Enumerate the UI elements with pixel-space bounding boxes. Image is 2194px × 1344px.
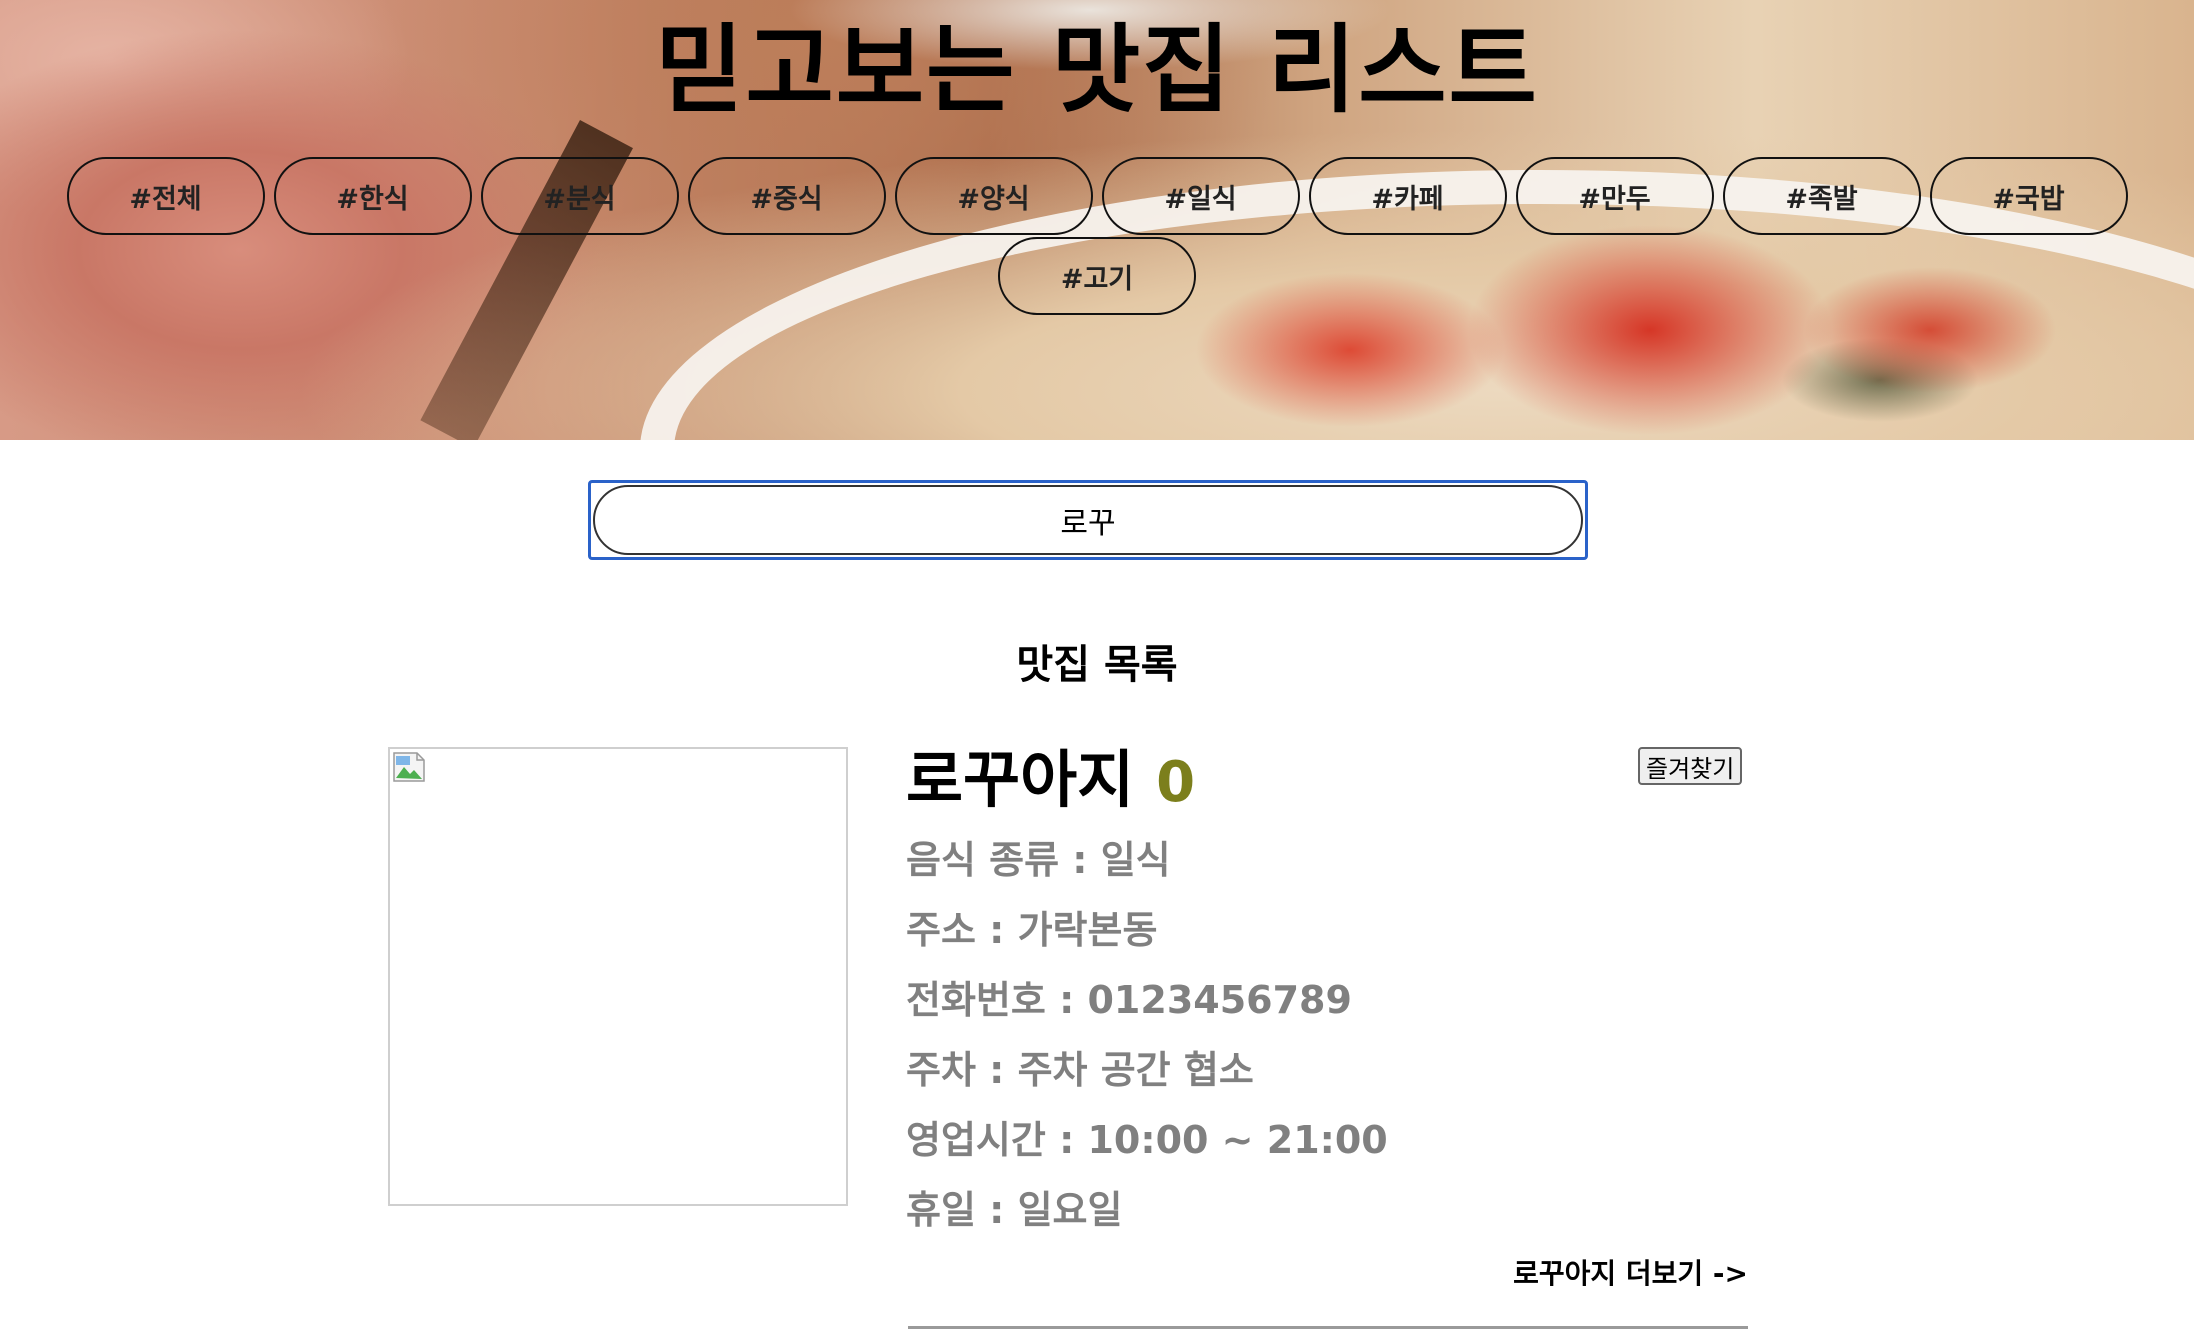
business-hours: 영업시간 : 10:00 ~ 21:00: [906, 1118, 1388, 1162]
tag-meat[interactable]: #고기: [998, 237, 1196, 315]
tag-japanese[interactable]: #일식: [1101, 157, 1300, 235]
restaurant-name: 로꾸아지: [906, 743, 1135, 816]
tag-western[interactable]: #양식: [894, 157, 1093, 235]
closed-day: 휴일 : 일요일: [906, 1188, 1123, 1232]
restaurant-name-row: 로꾸아지 0: [906, 740, 1195, 823]
list-title: 맛집 목록: [1016, 642, 1178, 688]
tag-chinese[interactable]: #중식: [687, 157, 886, 235]
tag-dumpling[interactable]: #만두: [1515, 157, 1714, 235]
parking-info: 주차 : 주차 공간 협소: [906, 1048, 1254, 1092]
page: 믿고보는 맛집 리스트 #전체 #한식 #분식 #중식 #양식 #일식 #카페 …: [0, 0, 2194, 1344]
card-divider: [908, 1326, 1748, 1329]
tag-jokbal[interactable]: #족발: [1722, 157, 1921, 235]
more-details-link[interactable]: 로꾸아지 더보기 ->: [1513, 1252, 1748, 1292]
address: 주소 : 가락본동: [906, 908, 1158, 952]
site-title: 믿고보는 맛집 리스트: [655, 14, 1539, 126]
favorite-button[interactable]: 즐겨찾기: [1638, 747, 1743, 785]
category-tags-row-2: #고기: [0, 237, 2194, 315]
food-type: 음식 종류 : 일식: [906, 838, 1171, 882]
tag-all[interactable]: #전체: [66, 157, 265, 235]
hero-banner: 믿고보는 맛집 리스트 #전체 #한식 #분식 #중식 #양식 #일식 #카페 …: [0, 0, 2194, 440]
search-input[interactable]: [593, 485, 1583, 555]
restaurant-image: [388, 747, 848, 1206]
search-focus-ring: [588, 480, 1588, 560]
tag-cafe[interactable]: #카페: [1308, 157, 1507, 235]
restaurant-score: 0: [1156, 750, 1196, 815]
tag-gukbap[interactable]: #국밥: [1929, 157, 2128, 235]
category-tags-row-1: #전체 #한식 #분식 #중식 #양식 #일식 #카페 #만두 #족발 #국밥: [0, 157, 2194, 235]
tag-snack[interactable]: #분식: [480, 157, 679, 235]
phone-number: 전화번호 : 0123456789: [906, 978, 1352, 1022]
broken-image-icon: [393, 752, 425, 782]
tag-korean[interactable]: #한식: [273, 157, 472, 235]
